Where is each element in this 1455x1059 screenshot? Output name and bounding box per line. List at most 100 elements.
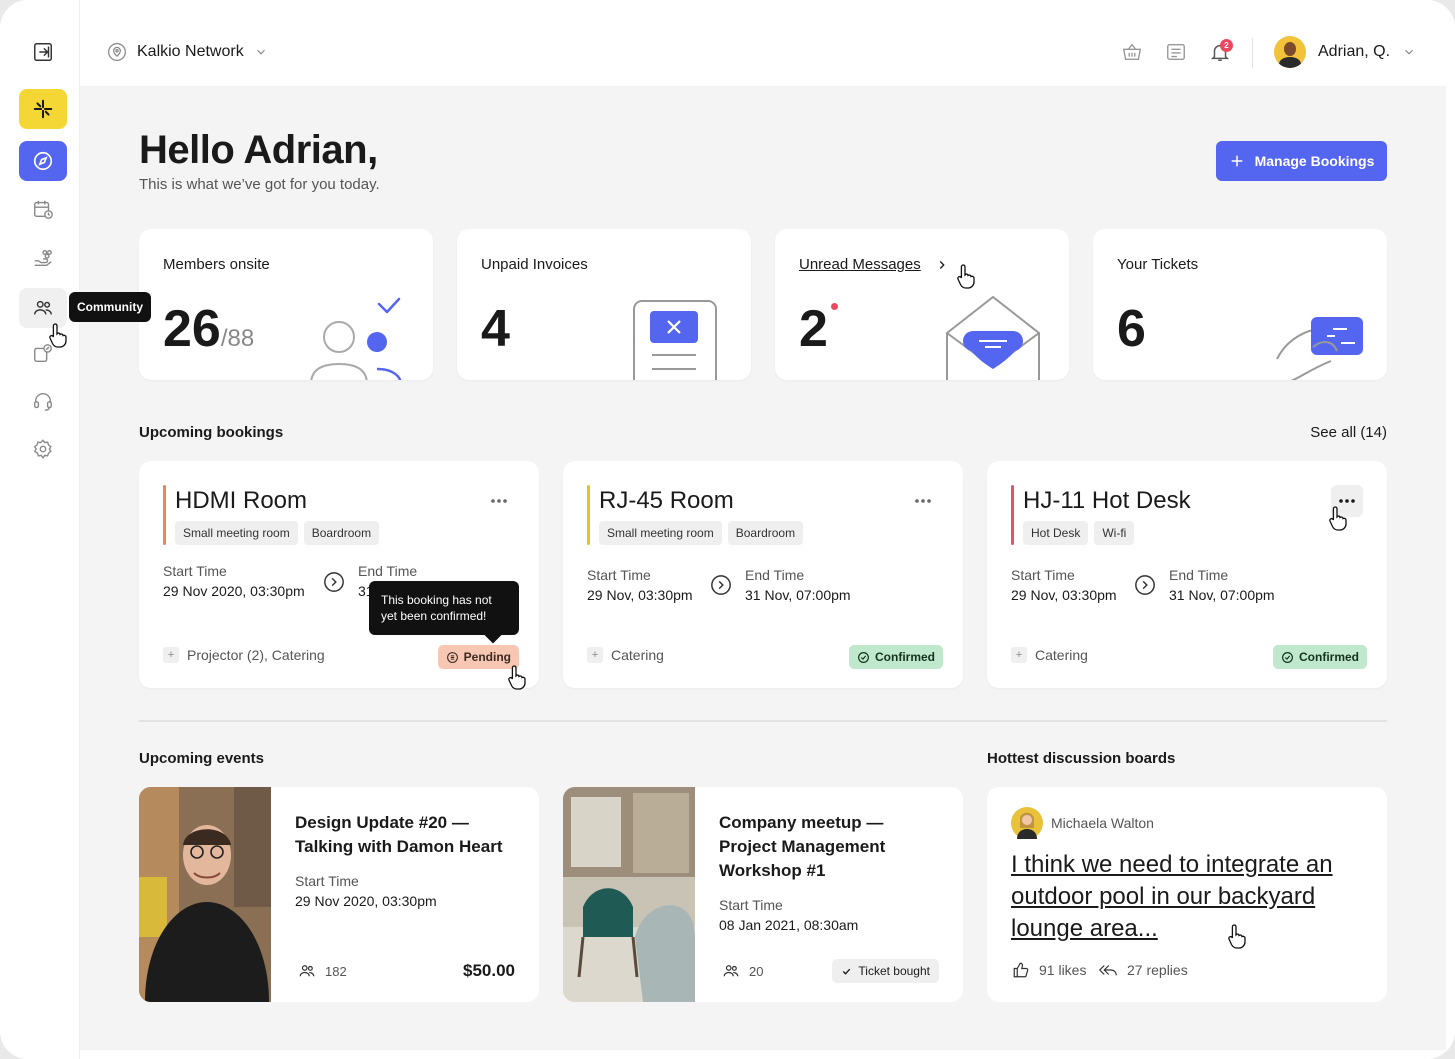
- ticket-illustration: [1276, 317, 1363, 380]
- sidebar: [0, 0, 80, 1059]
- more-horizontal-icon: [1339, 499, 1355, 503]
- page-subtitle: This is what we’ve got for you today.: [139, 176, 380, 193]
- start-time-value: 29 Nov, 03:30pm: [1011, 587, 1117, 603]
- gear-icon: [33, 439, 52, 459]
- discussion-author[interactable]: Michaela Walton: [1011, 807, 1154, 839]
- invoice-illustration: [633, 300, 717, 380]
- attendee-count: 20: [749, 963, 764, 979]
- booking-tags: Hot Desk Wi-fi: [1023, 521, 1135, 545]
- discussion-card[interactable]: Michaela Walton I think we need to integ…: [987, 787, 1387, 1002]
- booking-name: RJ-45 Room: [599, 487, 734, 514]
- event-price: $50.00: [463, 961, 515, 980]
- end-time-label: End Time: [1169, 567, 1229, 583]
- booking-card[interactable]: HDMI Room Small meeting room Boardroom S…: [139, 461, 539, 688]
- ticket-bought-label: Ticket bought: [858, 964, 930, 978]
- your-tickets-card[interactable]: Your Tickets 6: [1093, 229, 1387, 380]
- booking-card[interactable]: HJ-11 Hot Desk Hot Desk Wi-fi Start Time…: [987, 461, 1387, 688]
- see-all-bookings-link[interactable]: See all (14): [1310, 424, 1387, 441]
- network-selector[interactable]: Kalkio Network: [107, 42, 268, 62]
- hand-cursor-icon: [49, 323, 67, 348]
- collapse-sidebar-button[interactable]: [19, 32, 67, 72]
- tag: Small meeting room: [175, 521, 298, 545]
- hand-cursor-icon: [957, 264, 975, 289]
- likes-count: 91 likes: [1039, 962, 1087, 978]
- booking-name: HJ-11 Hot Desk: [1023, 487, 1191, 514]
- unpaid-invoices-card[interactable]: Unpaid Invoices 4: [457, 229, 751, 380]
- start-time-label: Start Time: [163, 563, 227, 579]
- amenities: + Catering: [587, 647, 664, 663]
- author-name: Michaela Walton: [1051, 815, 1154, 831]
- hand-cursor-icon: [1329, 506, 1347, 531]
- booking-accent: [587, 485, 590, 545]
- unread-messages-card[interactable]: Unread Messages 2: [775, 229, 1069, 380]
- tickets-label: Your Tickets: [1117, 256, 1199, 273]
- logo-icon: [33, 99, 53, 119]
- people-icon: [299, 965, 315, 977]
- members-onsite-card[interactable]: Members onsite 26/88: [139, 229, 433, 380]
- user-menu[interactable]: Adrian, Q.: [1274, 36, 1416, 68]
- status-badge[interactable]: Confirmed: [849, 645, 943, 669]
- check-circle-icon: [1282, 651, 1293, 663]
- pending-tooltip: This booking has not yet been confirmed!: [369, 581, 519, 644]
- reply-all-icon: [1098, 965, 1117, 976]
- logo-button[interactable]: [19, 89, 67, 129]
- tickets-value: 6: [1117, 300, 1146, 358]
- event-start-value: 08 Jan 2021, 08:30am: [719, 917, 859, 933]
- plus-icon: +: [587, 647, 603, 663]
- sidebar-item-bookings[interactable]: [19, 189, 67, 229]
- notifications-button[interactable]: 2: [1208, 39, 1233, 64]
- invoices-button[interactable]: [1164, 40, 1188, 64]
- booking-accent: [1011, 485, 1014, 545]
- hand-cursor-icon: [508, 665, 526, 690]
- tag: Wi-fi: [1094, 521, 1135, 545]
- booking-accent: [163, 485, 166, 545]
- notification-badge: 2: [1220, 39, 1233, 52]
- members-illustration: [310, 297, 402, 380]
- discussion-post-link[interactable]: I think we need to integrate an outdoor …: [1011, 849, 1363, 945]
- calendar-clock-icon: [34, 200, 53, 219]
- more-options-button[interactable]: [907, 485, 939, 517]
- members-total: /88: [220, 325, 255, 352]
- event-speaker-photo: [139, 787, 271, 1002]
- sidebar-item-explore[interactable]: [19, 141, 67, 181]
- more-options-button[interactable]: [483, 485, 515, 517]
- sidebar-item-settings[interactable]: [19, 429, 67, 469]
- invoices-label: Unpaid Invoices: [481, 256, 588, 273]
- chevron-right-icon: [939, 260, 945, 269]
- hand-coins-icon: [34, 249, 52, 267]
- booking-name: HDMI Room: [175, 487, 308, 514]
- members-label: Members onsite: [163, 256, 270, 273]
- sidebar-item-support[interactable]: [19, 381, 67, 421]
- end-time-value: 31 Nov, 07:00pm: [745, 587, 851, 603]
- topbar: Kalkio Network 2 Adrian, Q.: [80, 0, 1455, 86]
- envelope-illustration: [946, 295, 1040, 380]
- thumbs-up-icon: [1013, 962, 1029, 978]
- tag: Hot Desk: [1023, 521, 1089, 545]
- amenities-text: Catering: [611, 647, 664, 663]
- status-label: Pending: [463, 650, 511, 664]
- messages-link[interactable]: Unread Messages: [799, 256, 949, 273]
- people-icon: [723, 965, 739, 977]
- location-pin-icon: [108, 43, 126, 61]
- tag: Small meeting room: [599, 521, 722, 545]
- sidebar-item-billing[interactable]: [19, 238, 67, 278]
- booking-card[interactable]: RJ-45 Room Small meeting room Boardroom …: [563, 461, 963, 688]
- topbar-divider: [1252, 38, 1253, 68]
- page-title: Hello Adrian,: [139, 128, 378, 172]
- status-badge[interactable]: Confirmed: [1273, 645, 1367, 669]
- event-card[interactable]: Design Update #20 — Talking with Damon H…: [139, 787, 539, 1002]
- more-horizontal-icon: [915, 499, 931, 503]
- events-title: Upcoming events: [139, 750, 265, 767]
- end-time-label: End Time: [745, 567, 805, 583]
- plus-icon: [1231, 155, 1242, 167]
- end-time-value: 31 Nov, 07:00pm: [1169, 587, 1275, 603]
- arrow-circle-icon: [1135, 575, 1155, 595]
- ticket-bought-badge[interactable]: Ticket bought: [832, 959, 939, 983]
- event-card[interactable]: Company meetup — Project Management Work…: [563, 787, 963, 1002]
- likes-button[interactable]: 91 likes: [1011, 961, 1086, 979]
- replies-button[interactable]: 27 replies: [1097, 961, 1188, 979]
- attendees: 182: [297, 962, 347, 980]
- manage-bookings-button[interactable]: Manage Bookings: [1216, 141, 1387, 181]
- basket-button[interactable]: [1120, 40, 1144, 64]
- pending-icon: [446, 651, 458, 663]
